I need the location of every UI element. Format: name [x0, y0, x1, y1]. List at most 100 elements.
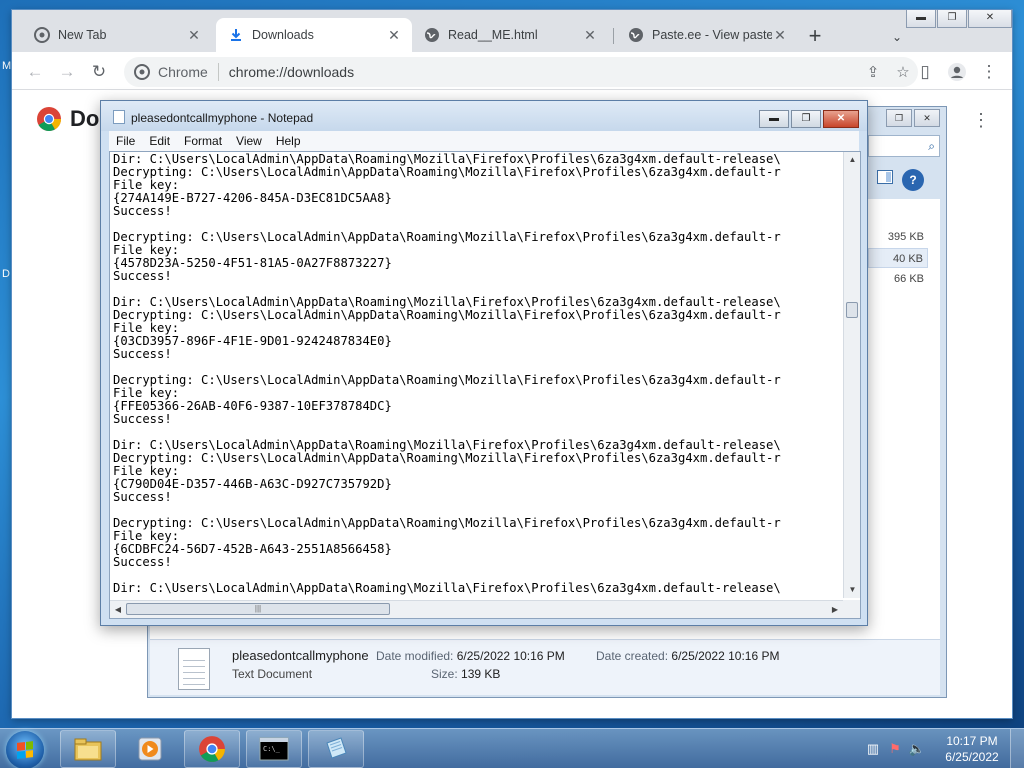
restore-button[interactable]: ❐	[937, 10, 967, 28]
text-line: Decrypting: C:\Users\LocalAdmin\AppData\…	[113, 308, 781, 322]
menu-help[interactable]: Help	[269, 134, 308, 148]
scroll-down-icon[interactable]: ▼	[844, 582, 861, 598]
show-desktop-button[interactable]	[1010, 729, 1024, 768]
minimize-button[interactable]: ▬	[906, 10, 936, 28]
menu-icon[interactable]: ⋮	[976, 59, 1002, 85]
share-icon[interactable]: ⇪	[858, 63, 888, 81]
scroll-left-icon[interactable]: ◀	[110, 601, 126, 618]
text-line: {C790D04E-D357-446B-A63C-D927C735792D}	[113, 477, 392, 491]
taskbar-notepad[interactable]	[308, 730, 364, 768]
scroll-thumb[interactable]: |||	[126, 603, 390, 615]
taskbar-explorer[interactable]	[60, 730, 116, 768]
action-center-icon[interactable]: ⚑	[884, 739, 906, 759]
taskbar-media-player[interactable]	[122, 730, 178, 768]
explorer-toolbar: ?	[868, 169, 924, 191]
preview-pane-icon[interactable]	[874, 169, 896, 191]
created-label: Date created:	[596, 649, 669, 663]
menu-view[interactable]: View	[229, 134, 269, 148]
tab-pastee[interactable]: Paste.ee - View paste iy ✕	[616, 18, 798, 52]
file-size: 40 KB	[868, 248, 928, 268]
modified-label: Date modified:	[376, 649, 454, 663]
network-icon[interactable]: ▥	[862, 739, 884, 759]
horizontal-scrollbar[interactable]: ◀ ||| ▶	[110, 600, 843, 618]
profile-avatar-icon[interactable]	[944, 59, 970, 85]
url-text: chrome://downloads	[228, 64, 355, 80]
close-tab-icon[interactable]: ✕	[582, 27, 598, 43]
maximize-button[interactable]: ❐	[886, 109, 912, 127]
explorer-window-controls: ❐ ✕	[884, 109, 940, 127]
created-value: 6/25/2022 10:16 PM	[671, 649, 780, 663]
minimize-button[interactable]: ▬	[759, 110, 789, 128]
text-line: Success!	[113, 269, 172, 283]
text-line: Success!	[113, 204, 172, 218]
reload-button[interactable]: ↻	[86, 59, 112, 85]
clock-date: 6/25/2022	[945, 750, 999, 764]
tab-label: Read__ME.html	[448, 28, 538, 42]
tab-label: Paste.ee - View paste iy	[652, 28, 772, 42]
clock[interactable]: 10:17 PM 6/25/2022	[940, 733, 1004, 765]
close-button[interactable]: ✕	[914, 109, 940, 127]
chrome-icon	[34, 27, 50, 43]
desktop-label-fragment: M	[2, 60, 12, 72]
window-title: pleasedontcallmyphone - Notepad	[131, 111, 314, 125]
page-title: Do	[70, 106, 100, 131]
text-editor[interactable]: Dir: C:\Users\LocalAdmin\AppData\Roaming…	[109, 151, 861, 619]
scroll-up-icon[interactable]: ▲	[844, 152, 861, 168]
site-label: Chrome	[158, 64, 208, 80]
vertical-scrollbar[interactable]: ▲ ▼	[843, 152, 860, 598]
volume-icon[interactable]: 🔈	[906, 739, 928, 759]
tab-new-tab[interactable]: New Tab ✕	[22, 18, 212, 52]
chrome-icon	[134, 64, 150, 80]
desktop-label-fragment: D	[2, 268, 10, 280]
help-button[interactable]: ?	[902, 169, 924, 191]
forward-button[interactable]: →	[54, 59, 80, 85]
size-value: 139 KB	[461, 667, 501, 681]
svg-text:C:\_: C:\_	[263, 745, 281, 753]
windows-logo-icon	[17, 741, 33, 759]
close-tab-icon[interactable]: ✕	[772, 27, 788, 43]
tab-downloads[interactable]: Downloads ✕	[216, 18, 412, 52]
scroll-thumb[interactable]	[846, 302, 858, 318]
chrome-icon	[199, 736, 225, 762]
media-player-icon	[138, 737, 162, 761]
text-line: Success!	[113, 347, 172, 361]
maximize-button[interactable]: ❐	[791, 110, 821, 128]
back-button[interactable]: ←	[22, 59, 48, 85]
file-size: 66 KB	[894, 273, 924, 285]
text-line: {FFE05366-26AB-40F6-9387-10EF378784DC}	[113, 399, 392, 413]
menu-file[interactable]: File	[109, 134, 142, 148]
text-line: Success!	[113, 412, 172, 426]
taskbar-chrome[interactable]	[184, 730, 240, 768]
taskbar: C:\_ ▥ ⚑ 🔈 10:17 PM 6/25/2022	[0, 728, 1024, 768]
address-bar[interactable]: Chrome chrome://downloads ⇪ ☆	[124, 57, 918, 87]
globe-icon	[628, 27, 644, 43]
menu-format[interactable]: Format	[177, 134, 229, 148]
downloads-header: Do	[36, 106, 99, 132]
size-label: Size:	[431, 667, 458, 681]
site-info[interactable]: Chrome	[134, 64, 208, 80]
window-controls: ▬ ❐ ✕	[905, 10, 1012, 28]
tab-label: New Tab	[58, 28, 107, 42]
close-tab-icon[interactable]: ✕	[186, 27, 202, 43]
scroll-right-icon[interactable]: ▶	[827, 601, 843, 618]
system-tray: ▥ ⚑ 🔈	[862, 739, 928, 759]
menu-edit[interactable]: Edit	[142, 134, 177, 148]
text-line: Success!	[113, 555, 172, 569]
tab-readme[interactable]: Read__ME.html ✕	[412, 18, 608, 52]
side-panel-icon[interactable]: ▯	[912, 59, 938, 85]
start-button[interactable]	[6, 731, 44, 768]
taskbar-cmd[interactable]: C:\_	[246, 730, 302, 768]
search-icon[interactable]: ⌕	[868, 135, 940, 157]
menu-bar: File Edit Format View Help	[109, 131, 859, 151]
new-tab-button[interactable]: +	[802, 24, 828, 50]
close-button[interactable]: ✕	[823, 110, 859, 128]
notepad-title-bar[interactable]: pleasedontcallmyphone - Notepad ▬ ❐ ✕	[101, 101, 867, 131]
text-line: Decrypting: C:\Users\LocalAdmin\AppData\…	[113, 516, 781, 530]
page-menu-icon[interactable]: ⋮	[972, 110, 990, 131]
close-tab-icon[interactable]: ✕	[386, 27, 402, 43]
document-text[interactable]: Dir: C:\Users\LocalAdmin\AppData\Roaming…	[112, 153, 842, 599]
text-line: Decrypting: C:\Users\LocalAdmin\AppData\…	[113, 230, 781, 244]
text-line: Decrypting: C:\Users\LocalAdmin\AppData\…	[113, 165, 781, 179]
close-button[interactable]: ✕	[968, 10, 1012, 28]
file-size-column: 395 KB 40 KB 66 KB	[868, 227, 928, 290]
